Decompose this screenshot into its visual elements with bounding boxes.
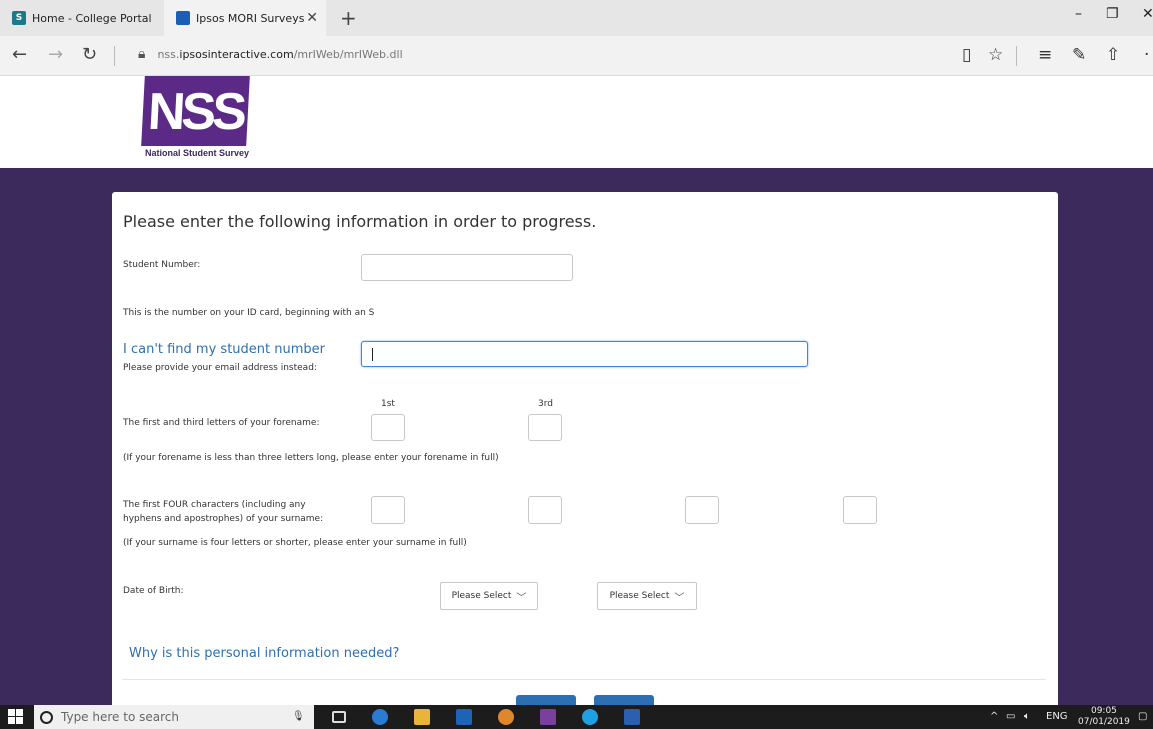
form-heading: Please enter the following information i… xyxy=(123,212,597,231)
form-card: Please enter the following information i… xyxy=(112,192,1058,712)
browser-nav-bar: ← → ↻ 🔒︎ nss. ipsosinteractive.com/mrIWeb… xyxy=(0,36,1153,76)
show-hidden-icons-icon[interactable]: ^ xyxy=(990,711,998,722)
clock-date: 07/01/2019 xyxy=(1078,717,1130,727)
microphone-icon[interactable]: 🎙︎ xyxy=(292,711,305,722)
email-label: Please provide your email address instea… xyxy=(123,363,317,373)
tab-home-college-portal[interactable]: S Home - College Portal xyxy=(0,0,160,36)
maximize-icon[interactable]: ❐ xyxy=(1106,6,1119,22)
logo-text: National Student Survey xyxy=(145,148,250,158)
text-caret xyxy=(372,348,373,361)
tab-ipsos-mori-surveys[interactable]: Ipsos MORI Surveys ✕ xyxy=(164,0,326,36)
logo-mark: NSS xyxy=(141,76,250,146)
taskbar-search-placeholder: Type here to search xyxy=(61,710,179,724)
tab-label: Ipsos MORI Surveys xyxy=(196,11,305,25)
word-icon[interactable] xyxy=(624,709,640,725)
surname-char-2-input[interactable] xyxy=(528,496,562,524)
forename-label: The first and third letters of your fore… xyxy=(123,418,320,428)
network-icon[interactable]: ▭ xyxy=(1006,711,1015,722)
forename-3rd-label: 3rd xyxy=(538,399,553,409)
hub-icon[interactable]: ≡ xyxy=(1038,45,1052,65)
onenote-icon[interactable] xyxy=(540,709,556,725)
surname-char-1-input[interactable] xyxy=(371,496,405,524)
forename-first-letter-input[interactable] xyxy=(371,414,405,441)
close-tab-icon[interactable]: ✕ xyxy=(306,10,318,26)
chrome-icon[interactable] xyxy=(498,709,514,725)
volume-icon[interactable]: 🔈︎ xyxy=(1024,711,1030,722)
ipsos-icon xyxy=(176,11,190,25)
surname-label-line1: The first FOUR characters (including any xyxy=(123,500,306,510)
share-icon[interactable]: ⇧ xyxy=(1106,45,1120,65)
surname-label-line2: hyphens and apostrophes) of your surname… xyxy=(123,514,324,524)
refresh-icon[interactable]: ↻ xyxy=(82,44,97,65)
tab-label: Home - College Portal xyxy=(32,11,152,25)
why-personal-info-link[interactable]: Why is this personal information needed? xyxy=(129,646,399,661)
forename-1st-label: 1st xyxy=(381,399,395,409)
form-divider xyxy=(122,679,1046,680)
chevron-down-icon: ﹀ xyxy=(516,592,527,604)
windows-taskbar: Type here to search 🎙︎ ^ ▭ 🔈︎ ENG 09:05 … xyxy=(0,705,1153,729)
forename-hint: (If your forename is less than three let… xyxy=(123,453,499,463)
dob-select-2-value: Please Select xyxy=(609,591,670,601)
surname-hint: (If your surname is four letters or shor… xyxy=(123,538,467,548)
skype-icon[interactable] xyxy=(582,709,598,725)
forward-icon[interactable]: → xyxy=(48,44,63,65)
cortana-icon xyxy=(40,710,53,724)
divider xyxy=(1016,46,1017,66)
forename-third-letter-input[interactable] xyxy=(528,414,562,441)
sharepoint-icon: S xyxy=(12,11,26,25)
page-header: NSS National Student Survey xyxy=(0,76,1153,168)
student-number-input[interactable] xyxy=(361,254,573,281)
windows-start-icon[interactable] xyxy=(8,709,24,725)
action-center-icon[interactable]: ▢ xyxy=(1138,711,1147,722)
language-indicator[interactable]: ENG xyxy=(1046,711,1068,722)
file-explorer-icon[interactable] xyxy=(414,709,430,725)
dob-select-2[interactable]: Please Select ﹀ xyxy=(597,582,697,610)
divider xyxy=(114,46,115,66)
edge-browser-icon[interactable] xyxy=(372,709,388,725)
surname-char-4-input[interactable] xyxy=(843,496,877,524)
reading-view-icon[interactable]: ▯ xyxy=(962,45,971,65)
outlook-icon[interactable] xyxy=(456,709,472,725)
taskbar-clock[interactable]: 09:05 07/01/2019 xyxy=(1078,706,1130,728)
web-note-icon[interactable]: ✎ xyxy=(1072,45,1086,65)
close-window-icon[interactable]: ✕ xyxy=(1142,6,1153,22)
chevron-down-icon: ﹀ xyxy=(674,592,685,604)
surname-char-3-input[interactable] xyxy=(685,496,719,524)
address-prefix: nss. xyxy=(157,47,180,61)
cant-find-student-number-link[interactable]: I can't find my student number xyxy=(123,342,325,357)
dob-select-1-value: Please Select xyxy=(451,591,512,601)
new-tab-icon[interactable]: + xyxy=(340,6,357,30)
address-bar[interactable]: 🔒︎ nss. ipsosinteractive.com/mrIWeb/mrIWe… xyxy=(138,46,403,62)
address-path: /mrIWeb/mrIWeb.dll xyxy=(293,47,403,61)
student-number-label: Student Number: xyxy=(123,260,201,270)
minimize-icon[interactable]: – xyxy=(1075,6,1082,22)
browser-tab-bar: S Home - College Portal Ipsos MORI Surve… xyxy=(0,0,1153,36)
address-domain: ipsosinteractive.com xyxy=(179,47,294,61)
nss-logo: NSS National Student Survey xyxy=(141,76,250,164)
student-number-hint: This is the number on your ID card, begi… xyxy=(123,308,375,318)
dob-label: Date of Birth: xyxy=(123,586,184,596)
email-input[interactable] xyxy=(361,341,808,367)
dob-select-1[interactable]: Please Select ﹀ xyxy=(440,582,538,610)
taskbar-search-box[interactable]: Type here to search xyxy=(34,705,314,729)
more-icon[interactable]: · xyxy=(1144,45,1149,65)
favorite-star-icon[interactable]: ☆ xyxy=(988,45,1003,65)
task-view-icon[interactable] xyxy=(332,711,346,723)
lock-icon: 🔒︎ xyxy=(138,46,146,62)
clock-time: 09:05 xyxy=(1090,706,1117,716)
back-icon[interactable]: ← xyxy=(12,44,27,65)
